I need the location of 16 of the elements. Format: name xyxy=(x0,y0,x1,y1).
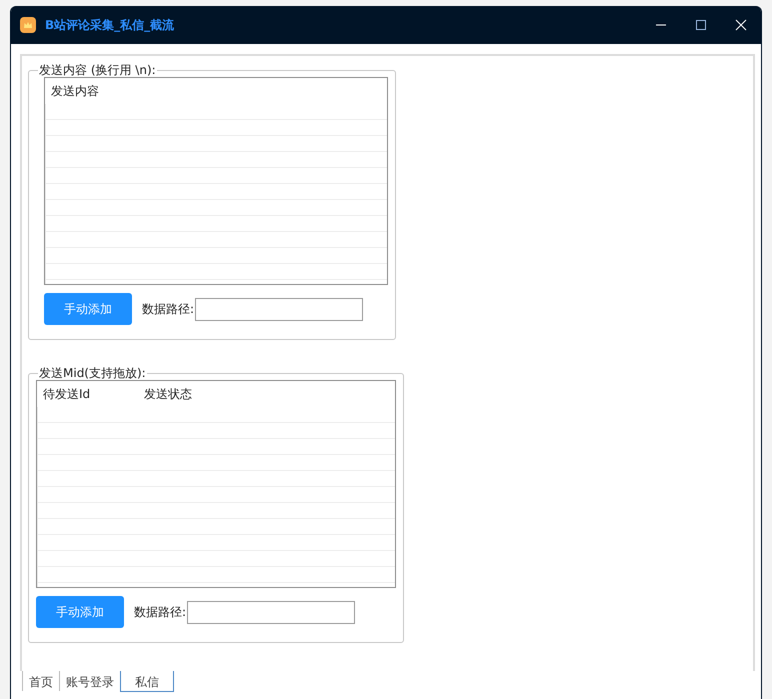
path-label: 数据路径: xyxy=(134,604,186,620)
crown-icon xyxy=(20,17,36,33)
group-title: 发送Mid(支持拖放): xyxy=(38,366,147,380)
column-header: 发送内容 xyxy=(50,82,100,100)
tab[interactable]: 私信 xyxy=(120,671,174,692)
column-header: 发送状态 xyxy=(143,386,193,402)
group-title: 发送内容 (换行用 \n): xyxy=(38,63,157,77)
list-view[interactable]: 待发送Id 发送状态 xyxy=(36,380,396,588)
path-field[interactable] xyxy=(187,600,356,624)
path-label: 数据路径: xyxy=(142,300,194,318)
list-view[interactable]: 发送内容 xyxy=(44,77,388,285)
path-field[interactable] xyxy=(195,298,364,320)
maximize-icon xyxy=(695,19,707,31)
window-title: B站评论采集_私信_截流 xyxy=(45,16,176,34)
column-header: 待发送Id xyxy=(42,386,92,402)
close-icon xyxy=(735,19,747,31)
